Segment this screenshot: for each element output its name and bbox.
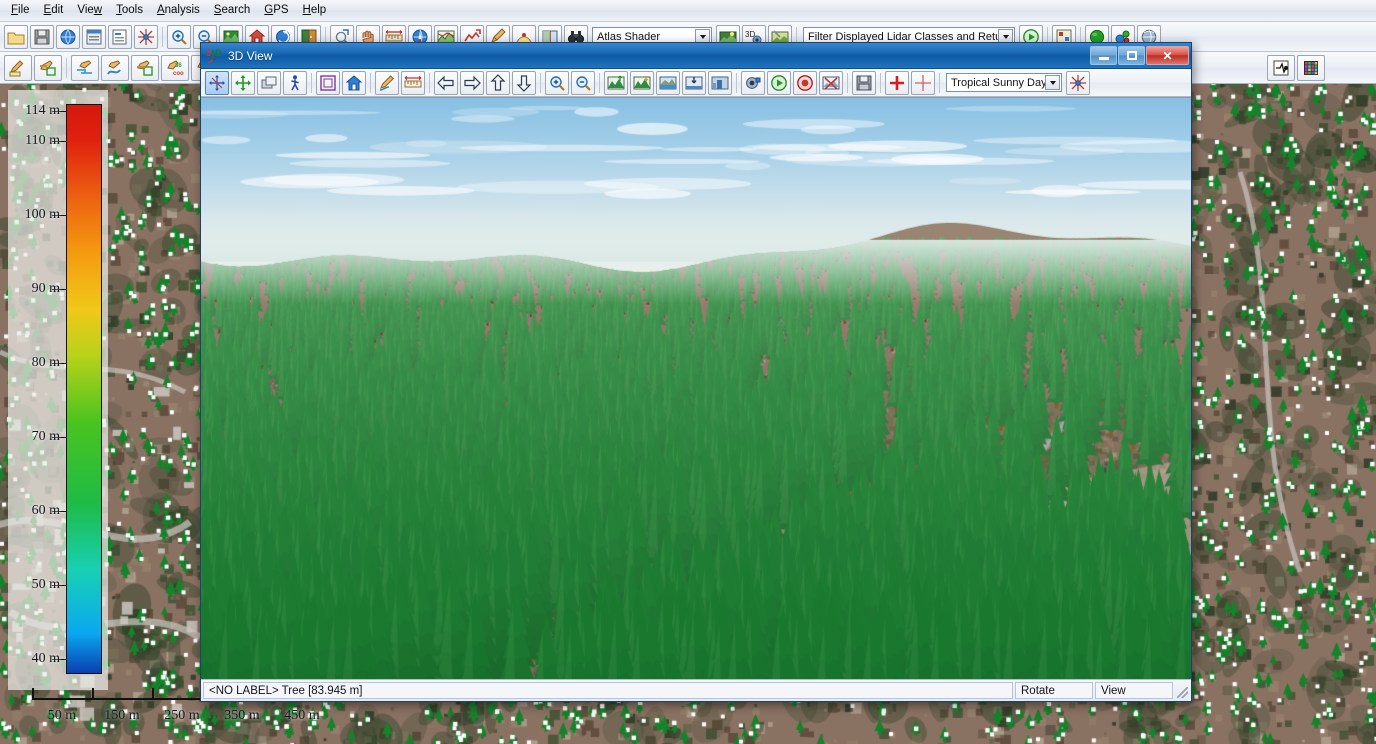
close-button[interactable]: ✕ [1146, 46, 1189, 65]
chevron-down-icon[interactable] [1045, 75, 1060, 90]
maximize-button[interactable] [1118, 46, 1145, 65]
sky-background-select[interactable]: Tropical Sunny Day [946, 73, 1062, 92]
water-down-icon[interactable] [682, 70, 706, 95]
resize-grip[interactable] [1175, 682, 1189, 699]
measure-icon[interactable] [401, 70, 425, 95]
vertical-exaggeration-up-icon[interactable] [604, 70, 628, 95]
feature-info-pane: <NO LABEL> Tree [83.945 m] [203, 682, 1013, 699]
save-view-icon[interactable] [852, 70, 876, 95]
play-flythrough-icon[interactable] [767, 70, 791, 95]
menu-help[interactable]: Help [296, 2, 334, 19]
menu-analysis[interactable]: Analysis [150, 2, 207, 19]
3d-viewport[interactable] [201, 97, 1191, 679]
lidar-filter-value: Filter Displayed Lidar Classes and Retur… [808, 30, 1014, 43]
lidar-grid-icon[interactable] [1297, 54, 1325, 81]
digitize-rect-icon[interactable] [34, 54, 62, 81]
config-icon[interactable] [134, 24, 158, 49]
globe-icon[interactable] [56, 24, 80, 49]
toolbar-separator [736, 72, 737, 93]
menu-tools[interactable]: Tools [109, 2, 150, 19]
digitize-curve-icon[interactable] [101, 54, 129, 81]
rotate-left-icon[interactable] [434, 70, 458, 95]
open-file-icon[interactable] [4, 24, 28, 49]
water-level-icon[interactable] [656, 70, 680, 95]
digitize-square-icon[interactable] [131, 54, 159, 81]
digitize-line-icon[interactable] [71, 54, 99, 81]
toolbar-separator [847, 72, 848, 93]
rotate-mode-icon[interactable] [205, 70, 229, 95]
3d-view-titlebar[interactable]: 3 D 3D View ✕ [201, 43, 1191, 69]
stop-flythrough-icon[interactable] [793, 70, 817, 95]
add-point-icon[interactable] [885, 70, 909, 95]
zoom-in-icon[interactable] [545, 70, 569, 95]
tilt-down-icon[interactable] [512, 70, 536, 95]
walk-mode-icon[interactable] [283, 70, 307, 95]
toolbar-separator [429, 72, 430, 93]
export-image-icon[interactable] [819, 70, 843, 95]
digitize-coord-icon[interactable]: 36 coo [161, 54, 189, 81]
svg-text:3: 3 [206, 48, 211, 58]
home-view-icon[interactable] [342, 70, 366, 95]
svg-text:coo: coo [173, 71, 184, 77]
view-pane: View [1095, 682, 1173, 699]
crosshair-icon[interactable] [911, 70, 935, 95]
svg-text:36: 36 [175, 63, 182, 69]
bounding-box-icon[interactable] [316, 70, 340, 95]
digitize-area-icon[interactable] [4, 54, 32, 81]
save-file-icon[interactable] [30, 24, 54, 49]
layer-properties-icon[interactable] [108, 24, 132, 49]
pan-mode-icon[interactable] [231, 70, 255, 95]
vertical-exaggeration-down-icon[interactable] [630, 70, 654, 95]
3d-axes-icon: 3 D [206, 47, 223, 64]
zoom-in-icon[interactable] [167, 24, 191, 49]
menu-search[interactable]: Search [207, 2, 257, 19]
toolbar-separator [162, 26, 163, 47]
toolbar-separator [939, 72, 940, 93]
toolbar-separator [370, 72, 371, 93]
record-settings-icon[interactable] [741, 70, 765, 95]
menu-edit[interactable]: Edit [37, 2, 71, 19]
tilt-up-icon[interactable] [486, 70, 510, 95]
interaction-mode-pane: Rotate [1015, 682, 1093, 699]
zoom-out-icon[interactable] [571, 70, 595, 95]
control-center-icon[interactable] [82, 24, 106, 49]
draw-path-icon[interactable] [375, 70, 399, 95]
layers-icon[interactable] [257, 70, 281, 95]
3d-view-window[interactable]: 3 D 3D View ✕ Tropical Sunny Day <NO LAB… [200, 42, 1192, 702]
shader-select-value: Atlas Shader [597, 30, 660, 43]
texture-icon[interactable] [708, 70, 732, 95]
toolbar-separator [540, 72, 541, 93]
3d-view-toolbar: Tropical Sunny Day [201, 69, 1191, 97]
toolbar-separator [311, 72, 312, 93]
toolbar-separator [66, 57, 67, 78]
rotate-right-icon[interactable] [460, 70, 484, 95]
main-menu-bar: File Edit View Tools Analysis Search GPS Help [0, 0, 1376, 22]
3d-view-statusbar: <NO LABEL> Tree [83.945 m] Rotate View [201, 679, 1191, 701]
lidar-classify-icon[interactable] [1267, 54, 1295, 81]
toolbar-separator [880, 72, 881, 93]
3d-view-title: 3D View [228, 48, 273, 63]
toolbar-separator [599, 72, 600, 93]
sky-settings-icon[interactable] [1066, 70, 1090, 95]
menu-gps[interactable]: GPS [257, 2, 295, 19]
menu-file[interactable]: File [4, 2, 37, 19]
menu-view[interactable]: View [70, 2, 109, 19]
svg-text:D: D [215, 48, 222, 58]
minimize-button[interactable] [1090, 46, 1117, 65]
